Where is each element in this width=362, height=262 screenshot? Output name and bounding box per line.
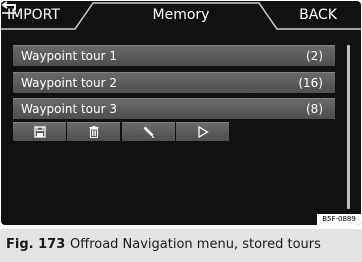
figure-caption: Fig. 173 Offroad Navigation menu, stored… xyxy=(0,229,362,262)
edit-icon xyxy=(143,126,155,138)
edit-button[interactable] xyxy=(122,122,175,141)
tour-actions xyxy=(13,122,229,141)
play-icon xyxy=(197,126,208,138)
play-button[interactable] xyxy=(176,122,229,141)
save-button[interactable] xyxy=(13,122,66,141)
tour-name: Waypoint tour 2 xyxy=(21,76,118,90)
tour-name: Waypoint tour 1 xyxy=(21,49,118,63)
back-arrow-icon[interactable] xyxy=(1,1,17,15)
scrollbar[interactable] xyxy=(347,45,350,209)
page-title: Memory xyxy=(152,7,210,23)
tour-count: (2) xyxy=(306,49,323,63)
figure-number: Fig. 173 xyxy=(6,237,66,252)
tour-name: Waypoint tour 3 xyxy=(21,102,118,116)
tour-row-1[interactable]: Waypoint tour 1 (2) xyxy=(13,45,335,66)
delete-icon xyxy=(89,126,98,138)
caption-text: Offroad Navigation menu, stored tours xyxy=(70,237,321,252)
tour-count: (8) xyxy=(306,102,323,116)
tour-count: (16) xyxy=(298,76,323,90)
navigation-screen: IMPORT Memory BACK Waypoint tour 1 (2) W… xyxy=(1,1,361,225)
header-bar: IMPORT Memory BACK xyxy=(1,1,361,31)
tour-row-2[interactable]: Waypoint tour 2 (16) xyxy=(13,72,335,93)
image-code: B5F-0889 xyxy=(317,214,361,225)
tour-row-3[interactable]: Waypoint tour 3 (8) xyxy=(13,98,335,119)
back-button[interactable]: BACK xyxy=(299,7,337,23)
delete-button[interactable] xyxy=(67,122,120,141)
save-icon xyxy=(33,126,46,138)
